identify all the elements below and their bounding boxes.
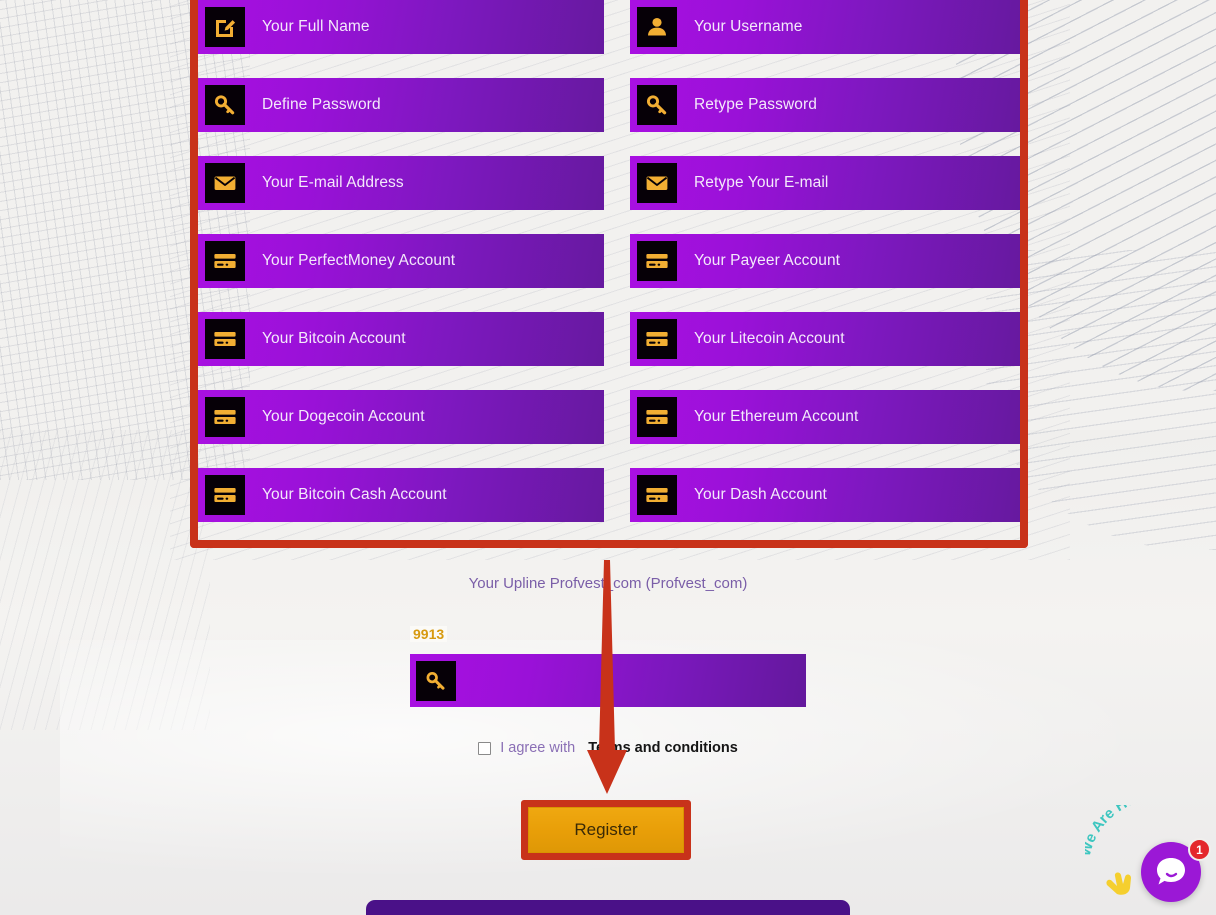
card-icon xyxy=(637,319,677,359)
input-field-label: Retype Password xyxy=(694,96,817,113)
input-field[interactable]: Your Ethereum Account xyxy=(630,390,1020,444)
input-field-label: Your Ethereum Account xyxy=(694,408,859,425)
input-field-label: Your E-mail Address xyxy=(262,174,404,191)
chat-widget[interactable]: We Are Here! 1 xyxy=(1085,805,1216,915)
input-field[interactable]: Define Password xyxy=(198,78,604,132)
key-icon xyxy=(416,660,456,701)
input-field[interactable]: Your PerfectMoney Account xyxy=(198,234,604,288)
chat-bubble-icon xyxy=(1157,858,1185,885)
input-field-label: Retype Your E-mail xyxy=(694,174,829,191)
input-field[interactable]: Your Full Name xyxy=(198,0,604,54)
field-row: Your Bitcoin Cash Account Your Dash Accou… xyxy=(198,468,1020,522)
terms-agree-label: I agree with xyxy=(500,740,576,756)
input-field-label: Your Litecoin Account xyxy=(694,330,845,347)
register-button[interactable]: Register xyxy=(528,807,684,853)
terms-checkbox[interactable] xyxy=(478,741,492,755)
card-icon xyxy=(637,241,677,281)
field-row: Your Bitcoin Account Your Litecoin Accoun… xyxy=(198,312,1020,366)
input-field-label: Define Password xyxy=(262,96,381,113)
field-row: Your Full Name Your Username xyxy=(198,0,1020,54)
card-icon xyxy=(205,319,245,359)
registration-page: Your Full Name Your Username Define Passwo… xyxy=(0,0,1216,915)
card-icon xyxy=(637,397,677,437)
card-icon xyxy=(205,475,245,515)
captcha-code: 9913 xyxy=(410,626,448,642)
card-icon xyxy=(205,241,245,281)
input-field[interactable]: Your Litecoin Account xyxy=(630,312,1020,366)
svg-text:We Are Here!: We Are Here! xyxy=(1085,805,1155,858)
input-field[interactable]: Your Bitcoin Cash Account xyxy=(198,468,604,522)
field-row: Your E-mail Address Retype Your E-mail xyxy=(198,156,1020,210)
arrow-annotation xyxy=(587,560,627,794)
user-icon xyxy=(637,7,677,47)
registration-form: Your Full Name Your Username Define Passwo… xyxy=(198,0,1020,540)
envelope-icon xyxy=(205,163,245,203)
key-icon xyxy=(205,85,245,125)
input-field-label: Your Bitcoin Account xyxy=(262,330,406,347)
field-row: Your PerfectMoney Account Your Payeer Acc… xyxy=(198,234,1020,288)
input-field-label: Your Payeer Account xyxy=(694,252,841,269)
field-row: Define Password Retype Password xyxy=(198,78,1020,132)
chat-unread-badge: 1 xyxy=(1188,838,1211,861)
bottom-panel xyxy=(366,900,850,915)
input-field[interactable]: Your Payeer Account xyxy=(630,234,1020,288)
input-field-label: Your Dogecoin Account xyxy=(262,408,425,425)
input-field-label: Your Bitcoin Cash Account xyxy=(262,486,447,503)
chat-caption-text: We Are Here! xyxy=(1085,805,1155,858)
envelope-icon xyxy=(637,163,677,203)
field-row: Your Dogecoin Account Your Ethereum Accou… xyxy=(198,390,1020,444)
input-field[interactable]: Retype Password xyxy=(630,78,1020,132)
edit-icon xyxy=(205,7,245,47)
input-field-label: Your Dash Account xyxy=(694,486,827,503)
input-field-label: Your Full Name xyxy=(262,18,370,35)
card-icon xyxy=(637,475,677,515)
input-field[interactable]: Your Username xyxy=(630,0,1020,54)
input-field-label: Your Username xyxy=(694,18,803,35)
input-field-label: Your PerfectMoney Account xyxy=(262,252,456,269)
pointing-hand-icon xyxy=(1106,872,1131,895)
input-field[interactable]: Your Bitcoin Account xyxy=(198,312,604,366)
input-field[interactable]: Your E-mail Address xyxy=(198,156,604,210)
input-field[interactable]: Your Dogecoin Account xyxy=(198,390,604,444)
key-icon xyxy=(637,85,677,125)
card-icon xyxy=(205,397,245,437)
input-field[interactable]: Your Dash Account xyxy=(630,468,1020,522)
input-field[interactable]: Retype Your E-mail xyxy=(630,156,1020,210)
